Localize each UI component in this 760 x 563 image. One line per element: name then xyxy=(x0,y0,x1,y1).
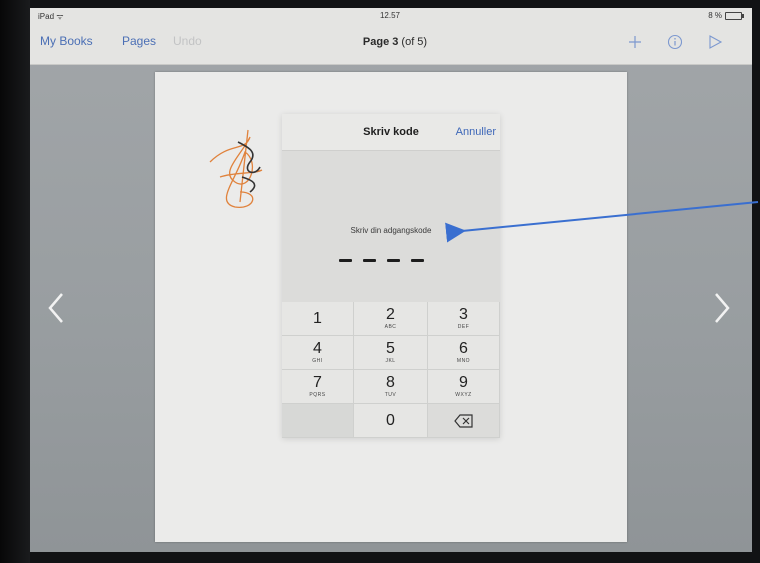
key-number: 7 xyxy=(313,374,322,391)
next-page-arrow-icon[interactable] xyxy=(708,288,736,328)
dialog-header: Skriv kode Annuller xyxy=(282,114,500,151)
key-0[interactable]: 0 xyxy=(354,404,428,438)
passcode-prompt: Skriv din adgangskode xyxy=(350,226,432,235)
battery-percent: 8 % xyxy=(708,11,722,20)
photo-frame: iPad ᯤ 12.57 8 % My Books Pages Undo Pag… xyxy=(0,0,760,563)
key-number: 2 xyxy=(386,306,395,323)
book-page: Skriv kode Annuller Skriv din adgangskod… xyxy=(155,72,627,542)
key-8[interactable]: 8 TUV xyxy=(354,370,428,404)
key-6[interactable]: 6 MNO xyxy=(428,336,500,370)
page-count: (of 5) xyxy=(398,36,428,48)
plus-icon[interactable] xyxy=(626,33,644,51)
passcode-digit-slot xyxy=(411,259,424,262)
info-icon[interactable] xyxy=(666,33,684,51)
delete-key[interactable] xyxy=(428,404,500,438)
pages-button[interactable]: Pages xyxy=(122,34,156,48)
wifi-icon: ᯤ xyxy=(56,12,64,21)
key-4[interactable]: 4 GHI xyxy=(282,336,354,370)
key-number: 6 xyxy=(459,340,468,357)
numeric-keypad: 1 2 ABC 3 DEF 4 GHI 5 JKL 6 MNO 7 PQRS 8 TUV 9W… xyxy=(282,302,500,438)
key-letters: WXYZ xyxy=(455,392,472,398)
page-title: Page 3 (of 5) xyxy=(340,36,450,48)
page-number: Page 3 xyxy=(362,36,399,48)
battery-icon xyxy=(725,11,744,20)
previous-page-arrow-icon[interactable] xyxy=(42,288,70,328)
key-1[interactable]: 1 xyxy=(282,302,354,336)
status-bar: iPad ᯤ 12.57 8 % xyxy=(30,8,752,24)
key-number: 5 xyxy=(386,340,395,357)
key-number: 1 xyxy=(313,309,322,327)
drawing-scribble xyxy=(209,129,263,208)
key-9[interactable]: 9 WXYZ xyxy=(428,370,500,404)
status-time: 12.57 xyxy=(379,11,401,20)
nav-bar: My Books Pages Undo Page 3 (of 5) xyxy=(30,24,752,65)
cancel-button[interactable]: Annuller xyxy=(456,126,496,138)
key-letters: DEF xyxy=(457,324,470,330)
passcode-digit-slot xyxy=(339,259,352,262)
key-letters: TUV xyxy=(384,392,397,398)
passcode-entry-field[interactable] xyxy=(339,259,424,262)
passcode-digit-slot xyxy=(387,259,400,262)
key-2[interactable]: 2 ABC xyxy=(354,302,428,336)
key-number: 8 xyxy=(386,374,395,391)
status-battery: 8 % xyxy=(708,11,744,20)
key-3[interactable]: 3 DEF xyxy=(428,302,500,336)
key-letters: ABC xyxy=(384,324,397,330)
my-books-button[interactable]: My Books xyxy=(40,34,93,48)
device-bezel xyxy=(0,0,30,563)
delete-icon xyxy=(453,413,473,428)
key-letters: PQRS xyxy=(309,392,326,398)
key-5[interactable]: 5 JKL xyxy=(354,336,428,370)
key-7[interactable]: 7 PQRS xyxy=(282,370,354,404)
passcode-digit-slot xyxy=(363,259,376,262)
key-number: 9 xyxy=(459,374,468,391)
key-number: 4 xyxy=(313,340,322,357)
key-blank xyxy=(282,404,354,438)
key-letters: JKL xyxy=(385,358,396,364)
key-letters: GHI xyxy=(312,358,323,364)
key-number: 0 xyxy=(386,411,395,429)
key-letters: MNO xyxy=(456,358,471,364)
play-icon[interactable] xyxy=(706,33,724,51)
device-label: iPad xyxy=(38,12,55,21)
key-number: 3 xyxy=(459,306,468,323)
passcode-dialog: Skriv kode Annuller Skriv din adgangskod… xyxy=(282,114,500,438)
undo-button[interactable]: Undo xyxy=(173,34,202,48)
status-device: iPad ᯤ xyxy=(38,11,64,22)
ipad-screen: iPad ᯤ 12.57 8 % My Books Pages Undo Pag… xyxy=(30,8,752,552)
